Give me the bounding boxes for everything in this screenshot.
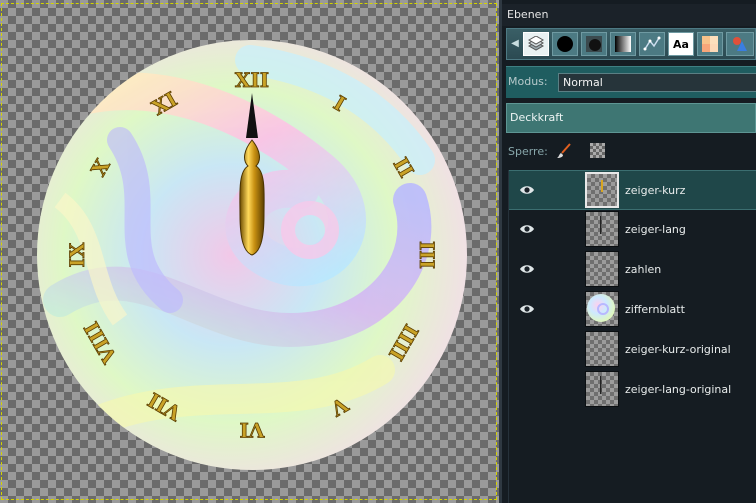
layer-thumbnail xyxy=(585,371,619,407)
tab-palettes[interactable] xyxy=(697,32,723,56)
dial-thumb xyxy=(587,294,615,322)
layers-stack-icon xyxy=(527,36,545,51)
paths-icon xyxy=(643,36,661,51)
pattern-icon xyxy=(586,36,602,52)
lock-label: Sperre: xyxy=(508,145,548,158)
dock-tab-bar: ◀ Aa xyxy=(506,28,756,60)
layers-dock: Ebenen ◀ Aa Modus: Normal Deckkraft Sper… xyxy=(502,0,756,503)
brush-circle-icon xyxy=(557,36,573,52)
tab-patterns[interactable] xyxy=(581,32,607,56)
tab-gradients[interactable] xyxy=(610,32,636,56)
layer-row[interactable]: zeiger-kurz-original xyxy=(509,330,756,370)
layer-row[interactable]: zeiger-lang-original xyxy=(509,370,756,410)
layer-row[interactable]: zeiger-kurz xyxy=(509,170,756,210)
numeral-iii: III xyxy=(415,241,439,269)
layer-thumbnail xyxy=(585,331,619,367)
layer-list[interactable]: zeiger-kurz zeiger-lang zahlen ziffernblatt… xyxy=(508,170,756,503)
tab-fonts[interactable]: Aa xyxy=(668,32,694,56)
layer-name[interactable]: zahlen xyxy=(625,263,661,276)
tab-tool-presets[interactable] xyxy=(726,32,754,56)
layer-thumbnail xyxy=(585,291,619,327)
tab-layers[interactable] xyxy=(523,32,549,56)
layer-name[interactable]: zeiger-lang-original xyxy=(625,383,731,396)
numeral-ix: IX xyxy=(65,242,89,267)
image-canvas[interactable]: XII I II III IIII V VI VII VIII IX X XI xyxy=(0,0,500,503)
visibility-eye-icon[interactable] xyxy=(519,263,535,275)
layer-thumbnail xyxy=(585,211,619,247)
lock-alpha-icon[interactable] xyxy=(590,143,605,158)
tab-scroll-left-icon[interactable]: ◀ xyxy=(508,36,522,52)
layer-row[interactable]: ziffernblatt xyxy=(509,290,756,330)
layer-name[interactable]: ziffernblatt xyxy=(625,303,685,316)
panel-title: Ebenen xyxy=(502,4,756,26)
opacity-slider[interactable]: Deckkraft xyxy=(506,103,756,133)
layer-thumbnail xyxy=(585,251,619,287)
tab-brushes[interactable] xyxy=(552,32,578,56)
numeral-vi: VI xyxy=(240,418,266,442)
layer-row[interactable]: zeiger-lang xyxy=(509,210,756,250)
lock-pixels-brush-icon[interactable] xyxy=(556,142,574,160)
shapes-icon xyxy=(733,37,747,51)
visibility-eye-icon[interactable] xyxy=(519,303,535,315)
long-hand-thumb xyxy=(600,216,602,234)
long-hand-thumb xyxy=(600,376,602,394)
layer-thumbnail xyxy=(585,172,619,208)
palette-icon xyxy=(702,36,718,52)
clock-image: XIIIIIIIIIIIIVVIVIIVIIIIXXXI xyxy=(37,40,467,470)
mode-label: Modus: xyxy=(508,75,548,88)
tab-paths[interactable] xyxy=(639,32,665,56)
layer-name[interactable]: zeiger-lang xyxy=(625,223,686,236)
short-hand-thumb xyxy=(601,180,603,192)
gradient-icon xyxy=(615,36,631,52)
layer-row[interactable]: zahlen xyxy=(509,250,756,290)
blend-mode-row: Modus: Normal xyxy=(506,66,756,98)
blend-mode-select[interactable]: Normal xyxy=(558,73,756,92)
visibility-eye-icon[interactable] xyxy=(519,184,535,196)
layer-name[interactable]: zeiger-kurz xyxy=(625,184,685,197)
visibility-eye-icon[interactable] xyxy=(519,223,535,235)
layer-name[interactable]: zeiger-kurz-original xyxy=(625,343,731,356)
lock-row: Sperre: xyxy=(506,138,756,164)
numeral-xii: XII xyxy=(235,68,269,92)
font-icon: Aa xyxy=(673,37,689,51)
